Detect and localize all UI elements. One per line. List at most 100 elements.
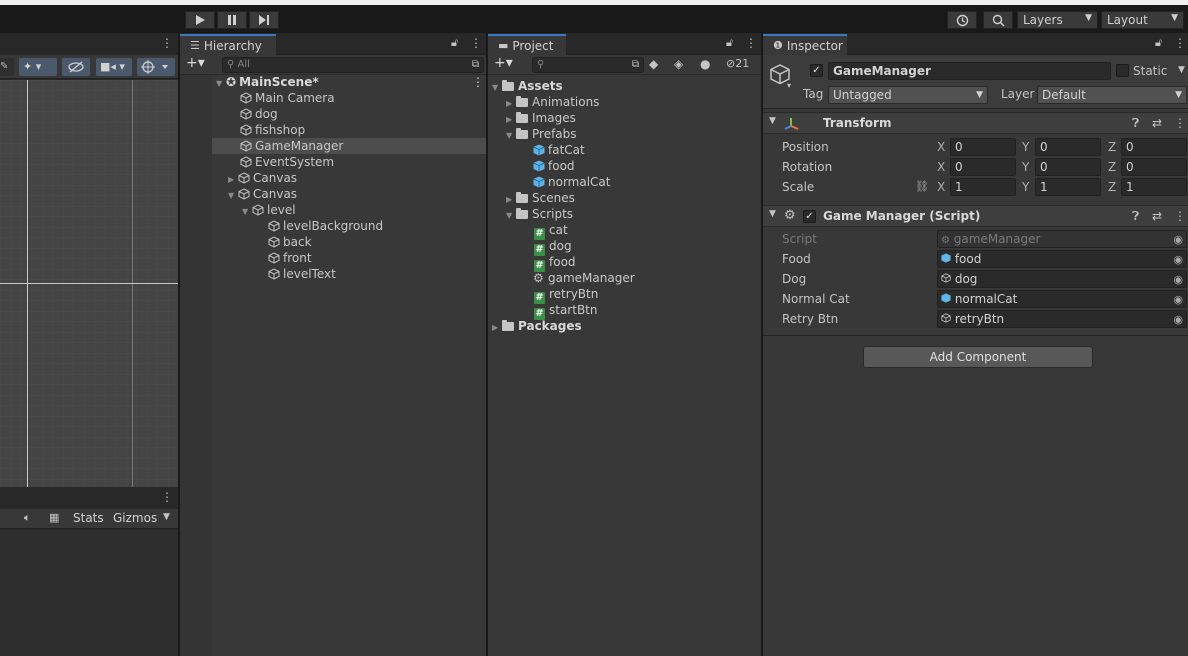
more-options-icon[interactable]: ⋮: [472, 74, 484, 90]
fold-open-icon[interactable]: ▼: [506, 128, 516, 144]
more-options-icon[interactable]: ⋮: [161, 36, 173, 50]
transform-header[interactable]: ▼ Transform ❓︎ ⇄ ⋮: [763, 112, 1188, 134]
more-options-icon[interactable]: ⋮: [470, 36, 482, 50]
fold-open-icon[interactable]: ▼: [228, 188, 238, 204]
tab-hierarchy[interactable]: ☰ Hierarchy: [180, 34, 276, 55]
hierarchy-search-input[interactable]: ⚲ All ⧉: [222, 57, 484, 73]
food-object-field[interactable]: food ◉: [937, 250, 1187, 268]
gizmos-button[interactable]: Gizmos: [113, 511, 157, 525]
script-component-header[interactable]: ▼ ⚙ ✓ Game Manager (Script) ❓︎ ⇄ ⋮: [763, 205, 1188, 227]
hidden-objects-toggle[interactable]: [62, 58, 90, 76]
hierarchy-item-selected[interactable]: GameManager: [212, 138, 486, 154]
project-item[interactable]: food: [533, 158, 575, 174]
presets-icon[interactable]: ⇄: [1152, 116, 1162, 130]
create-asset-button[interactable]: +▾: [494, 55, 513, 71]
hierarchy-item[interactable]: back: [268, 234, 312, 250]
object-picker-icon[interactable]: ◉: [1173, 312, 1183, 328]
position-z-field[interactable]: 0: [1121, 138, 1187, 156]
help-icon[interactable]: ❓︎: [1132, 209, 1139, 224]
filter-by-type-icon[interactable]: ◆: [649, 57, 658, 71]
static-checkbox[interactable]: [1116, 64, 1129, 77]
draw-mode-icon[interactable]: ✎: [0, 58, 14, 76]
more-options-icon[interactable]: ⋮: [1174, 36, 1186, 50]
stats-button[interactable]: Stats: [73, 511, 104, 525]
search-button[interactable]: [983, 11, 1013, 29]
hierarchy-item[interactable]: ▼ level: [242, 202, 296, 218]
more-options-icon[interactable]: ⋮: [161, 490, 173, 504]
hidden-packages-button[interactable]: ⊘21: [726, 57, 749, 70]
hierarchy-item[interactable]: ▼ Canvas: [228, 186, 297, 202]
fold-open-icon[interactable]: ▼: [242, 204, 252, 220]
position-x-field[interactable]: 0: [950, 138, 1016, 156]
tab-project[interactable]: ▬ Project: [488, 34, 566, 55]
gizmos-toggle[interactable]: [137, 58, 175, 76]
chevron-down-icon[interactable]: ▼: [163, 512, 170, 522]
game-view-canvas[interactable]: [0, 530, 178, 656]
chevron-down-icon[interactable]: ▼: [1178, 65, 1185, 75]
add-object-button[interactable]: +▾: [186, 55, 205, 71]
fold-closed-icon[interactable]: ▶: [492, 320, 502, 336]
project-item[interactable]: ▶ Images: [506, 110, 576, 126]
project-item[interactable]: # food: [534, 254, 576, 272]
project-item[interactable]: ▶ Animations: [506, 94, 599, 110]
position-y-field[interactable]: 0: [1035, 138, 1101, 156]
undo-history-button[interactable]: [947, 11, 977, 29]
hierarchy-item[interactable]: EventSystem: [240, 154, 334, 170]
fold-open-icon[interactable]: ▼: [506, 208, 516, 224]
dog-object-field[interactable]: dog ◉: [937, 270, 1187, 288]
layer-dropdown[interactable]: Default ▼: [1037, 86, 1187, 104]
more-options-icon[interactable]: ⋮: [1174, 116, 1186, 130]
project-item[interactable]: ▼ Prefabs: [506, 126, 577, 142]
presets-icon[interactable]: ⇄: [1152, 209, 1162, 223]
hierarchy-item[interactable]: fishshop: [240, 122, 305, 138]
project-item[interactable]: # startBtn: [534, 302, 598, 320]
rotation-x-field[interactable]: 0: [950, 158, 1016, 176]
project-item[interactable]: ▼ Scripts: [506, 206, 573, 222]
fold-open-icon[interactable]: ▼: [492, 80, 502, 96]
project-item[interactable]: # cat: [534, 222, 568, 240]
constrain-proportions-icon[interactable]: ⛓︎: [915, 180, 929, 193]
project-search-input[interactable]: ⚲ ⧉: [532, 57, 644, 73]
lock-icon[interactable]: 🔓︎: [1155, 36, 1162, 50]
active-checkbox[interactable]: ✓: [810, 64, 823, 77]
scene-canvas[interactable]: [0, 80, 178, 487]
help-icon[interactable]: ❓︎: [1132, 116, 1139, 131]
speaker-icon[interactable]: 🔈︎: [24, 511, 31, 525]
more-options-icon[interactable]: ⋮: [1174, 209, 1186, 223]
component-enabled-checkbox[interactable]: ✓: [803, 210, 816, 223]
search-scope-icon[interactable]: ⧉: [472, 58, 479, 72]
filter-by-label-icon[interactable]: ◈: [674, 57, 683, 71]
camera-settings-dropdown[interactable]: ■◂ ▾: [96, 58, 132, 76]
scene-visibility-toggle[interactable]: ✦ ▾: [19, 58, 57, 76]
object-picker-icon[interactable]: ◉: [1173, 272, 1183, 288]
scene-root-row[interactable]: ▼ ✪ MainScene* ⋮: [216, 74, 486, 90]
fold-open-icon[interactable]: ▼: [769, 209, 776, 219]
fold-open-icon[interactable]: ▼: [769, 116, 776, 126]
scale-z-field[interactable]: 1: [1121, 178, 1187, 196]
project-item[interactable]: fatCat: [533, 142, 585, 158]
hierarchy-item[interactable]: front: [268, 250, 312, 266]
search-scope-icon[interactable]: ⧉: [632, 58, 639, 72]
warning-icon[interactable]: ●: [700, 57, 710, 71]
grid-icon[interactable]: ▦: [49, 511, 59, 524]
scale-x-field[interactable]: 1: [950, 178, 1016, 196]
more-options-icon[interactable]: ⋮: [745, 36, 757, 50]
project-item[interactable]: ⚙ gameManager: [533, 270, 635, 286]
layers-dropdown[interactable]: Layers ▼: [1017, 11, 1098, 29]
retry-btn-object-field[interactable]: retryBtn ◉: [937, 310, 1187, 328]
project-item[interactable]: ▶ Scenes: [506, 190, 575, 206]
normal-cat-object-field[interactable]: normalCat ◉: [937, 290, 1187, 308]
project-item[interactable]: ▼ Assets: [492, 78, 563, 94]
step-button[interactable]: [249, 11, 279, 29]
hierarchy-item[interactable]: levelBackground: [268, 218, 383, 234]
project-item[interactable]: # retryBtn: [534, 286, 598, 304]
lock-icon[interactable]: 🔓︎: [451, 36, 458, 50]
add-component-button[interactable]: Add Component: [863, 346, 1093, 368]
pause-button[interactable]: [217, 11, 247, 29]
project-item[interactable]: normalCat: [533, 174, 610, 190]
play-button[interactable]: [185, 11, 215, 29]
layout-dropdown[interactable]: Layout ▼: [1101, 11, 1184, 29]
tab-inspector[interactable]: ❶ Inspector: [763, 34, 847, 55]
object-picker-icon[interactable]: ◉: [1173, 292, 1183, 308]
project-item[interactable]: ▶ Packages: [492, 318, 582, 334]
